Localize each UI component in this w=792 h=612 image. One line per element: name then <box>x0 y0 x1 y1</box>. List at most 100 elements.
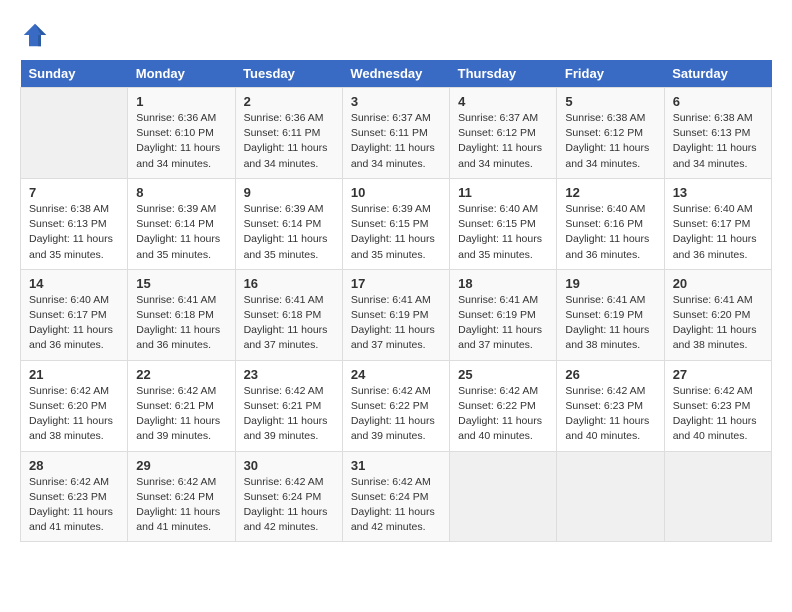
day-number: 10 <box>351 185 441 200</box>
day-header-sunday: Sunday <box>21 60 128 88</box>
day-info: Sunrise: 6:42 AMSunset: 6:20 PMDaylight:… <box>29 384 119 445</box>
day-number: 20 <box>673 276 763 291</box>
calendar-cell: 12 Sunrise: 6:40 AMSunset: 6:16 PMDaylig… <box>557 178 664 269</box>
calendar-cell: 27 Sunrise: 6:42 AMSunset: 6:23 PMDaylig… <box>664 360 771 451</box>
day-number: 11 <box>458 185 548 200</box>
calendar-cell: 1 Sunrise: 6:36 AMSunset: 6:10 PMDayligh… <box>128 88 235 179</box>
day-number: 2 <box>244 94 334 109</box>
calendar-cell: 14 Sunrise: 6:40 AMSunset: 6:17 PMDaylig… <box>21 269 128 360</box>
day-number: 5 <box>565 94 655 109</box>
page-header <box>20 20 772 50</box>
calendar-cell: 17 Sunrise: 6:41 AMSunset: 6:19 PMDaylig… <box>342 269 449 360</box>
day-info: Sunrise: 6:38 AMSunset: 6:12 PMDaylight:… <box>565 111 655 172</box>
day-info: Sunrise: 6:42 AMSunset: 6:24 PMDaylight:… <box>136 475 226 536</box>
week-row-1: 7 Sunrise: 6:38 AMSunset: 6:13 PMDayligh… <box>21 178 772 269</box>
day-info: Sunrise: 6:36 AMSunset: 6:11 PMDaylight:… <box>244 111 334 172</box>
calendar-cell <box>664 451 771 542</box>
day-info: Sunrise: 6:42 AMSunset: 6:22 PMDaylight:… <box>458 384 548 445</box>
day-info: Sunrise: 6:41 AMSunset: 6:18 PMDaylight:… <box>244 293 334 354</box>
day-info: Sunrise: 6:39 AMSunset: 6:14 PMDaylight:… <box>244 202 334 263</box>
calendar-cell: 24 Sunrise: 6:42 AMSunset: 6:22 PMDaylig… <box>342 360 449 451</box>
day-number: 29 <box>136 458 226 473</box>
day-number: 4 <box>458 94 548 109</box>
header-row: SundayMondayTuesdayWednesdayThursdayFrid… <box>21 60 772 88</box>
calendar-cell: 26 Sunrise: 6:42 AMSunset: 6:23 PMDaylig… <box>557 360 664 451</box>
calendar-cell: 8 Sunrise: 6:39 AMSunset: 6:14 PMDayligh… <box>128 178 235 269</box>
calendar-cell: 10 Sunrise: 6:39 AMSunset: 6:15 PMDaylig… <box>342 178 449 269</box>
calendar-cell: 18 Sunrise: 6:41 AMSunset: 6:19 PMDaylig… <box>450 269 557 360</box>
day-number: 25 <box>458 367 548 382</box>
calendar-cell: 3 Sunrise: 6:37 AMSunset: 6:11 PMDayligh… <box>342 88 449 179</box>
calendar-cell <box>557 451 664 542</box>
calendar-cell: 6 Sunrise: 6:38 AMSunset: 6:13 PMDayligh… <box>664 88 771 179</box>
day-info: Sunrise: 6:39 AMSunset: 6:14 PMDaylight:… <box>136 202 226 263</box>
day-number: 1 <box>136 94 226 109</box>
calendar-cell: 21 Sunrise: 6:42 AMSunset: 6:20 PMDaylig… <box>21 360 128 451</box>
day-info: Sunrise: 6:42 AMSunset: 6:24 PMDaylight:… <box>244 475 334 536</box>
day-number: 21 <box>29 367 119 382</box>
day-number: 15 <box>136 276 226 291</box>
day-header-thursday: Thursday <box>450 60 557 88</box>
day-info: Sunrise: 6:40 AMSunset: 6:17 PMDaylight:… <box>29 293 119 354</box>
day-info: Sunrise: 6:42 AMSunset: 6:21 PMDaylight:… <box>136 384 226 445</box>
day-info: Sunrise: 6:39 AMSunset: 6:15 PMDaylight:… <box>351 202 441 263</box>
day-info: Sunrise: 6:42 AMSunset: 6:22 PMDaylight:… <box>351 384 441 445</box>
day-info: Sunrise: 6:38 AMSunset: 6:13 PMDaylight:… <box>673 111 763 172</box>
day-number: 9 <box>244 185 334 200</box>
day-info: Sunrise: 6:40 AMSunset: 6:17 PMDaylight:… <box>673 202 763 263</box>
calendar-cell: 13 Sunrise: 6:40 AMSunset: 6:17 PMDaylig… <box>664 178 771 269</box>
day-number: 16 <box>244 276 334 291</box>
calendar-table: SundayMondayTuesdayWednesdayThursdayFrid… <box>20 60 772 542</box>
logo <box>20 20 52 50</box>
day-number: 30 <box>244 458 334 473</box>
calendar-cell: 19 Sunrise: 6:41 AMSunset: 6:19 PMDaylig… <box>557 269 664 360</box>
week-row-4: 28 Sunrise: 6:42 AMSunset: 6:23 PMDaylig… <box>21 451 772 542</box>
day-header-friday: Friday <box>557 60 664 88</box>
day-info: Sunrise: 6:41 AMSunset: 6:18 PMDaylight:… <box>136 293 226 354</box>
day-info: Sunrise: 6:42 AMSunset: 6:24 PMDaylight:… <box>351 475 441 536</box>
day-info: Sunrise: 6:37 AMSunset: 6:12 PMDaylight:… <box>458 111 548 172</box>
day-info: Sunrise: 6:42 AMSunset: 6:23 PMDaylight:… <box>673 384 763 445</box>
day-info: Sunrise: 6:41 AMSunset: 6:19 PMDaylight:… <box>351 293 441 354</box>
day-header-monday: Monday <box>128 60 235 88</box>
day-number: 28 <box>29 458 119 473</box>
day-number: 17 <box>351 276 441 291</box>
day-info: Sunrise: 6:37 AMSunset: 6:11 PMDaylight:… <box>351 111 441 172</box>
calendar-cell: 15 Sunrise: 6:41 AMSunset: 6:18 PMDaylig… <box>128 269 235 360</box>
day-header-saturday: Saturday <box>664 60 771 88</box>
calendar-cell: 16 Sunrise: 6:41 AMSunset: 6:18 PMDaylig… <box>235 269 342 360</box>
calendar-cell: 28 Sunrise: 6:42 AMSunset: 6:23 PMDaylig… <box>21 451 128 542</box>
calendar-cell: 31 Sunrise: 6:42 AMSunset: 6:24 PMDaylig… <box>342 451 449 542</box>
day-number: 23 <box>244 367 334 382</box>
day-header-wednesday: Wednesday <box>342 60 449 88</box>
calendar-cell: 30 Sunrise: 6:42 AMSunset: 6:24 PMDaylig… <box>235 451 342 542</box>
day-info: Sunrise: 6:40 AMSunset: 6:15 PMDaylight:… <box>458 202 548 263</box>
calendar-cell: 9 Sunrise: 6:39 AMSunset: 6:14 PMDayligh… <box>235 178 342 269</box>
day-info: Sunrise: 6:41 AMSunset: 6:19 PMDaylight:… <box>565 293 655 354</box>
week-row-2: 14 Sunrise: 6:40 AMSunset: 6:17 PMDaylig… <box>21 269 772 360</box>
calendar-cell: 20 Sunrise: 6:41 AMSunset: 6:20 PMDaylig… <box>664 269 771 360</box>
week-row-0: 1 Sunrise: 6:36 AMSunset: 6:10 PMDayligh… <box>21 88 772 179</box>
calendar-cell: 5 Sunrise: 6:38 AMSunset: 6:12 PMDayligh… <box>557 88 664 179</box>
calendar-cell: 11 Sunrise: 6:40 AMSunset: 6:15 PMDaylig… <box>450 178 557 269</box>
day-info: Sunrise: 6:42 AMSunset: 6:21 PMDaylight:… <box>244 384 334 445</box>
day-number: 22 <box>136 367 226 382</box>
day-number: 24 <box>351 367 441 382</box>
day-info: Sunrise: 6:36 AMSunset: 6:10 PMDaylight:… <box>136 111 226 172</box>
calendar-cell <box>450 451 557 542</box>
day-header-tuesday: Tuesday <box>235 60 342 88</box>
day-number: 7 <box>29 185 119 200</box>
day-number: 31 <box>351 458 441 473</box>
week-row-3: 21 Sunrise: 6:42 AMSunset: 6:20 PMDaylig… <box>21 360 772 451</box>
day-number: 14 <box>29 276 119 291</box>
day-number: 19 <box>565 276 655 291</box>
day-number: 13 <box>673 185 763 200</box>
day-info: Sunrise: 6:40 AMSunset: 6:16 PMDaylight:… <box>565 202 655 263</box>
day-number: 26 <box>565 367 655 382</box>
day-number: 3 <box>351 94 441 109</box>
day-number: 8 <box>136 185 226 200</box>
calendar-cell <box>21 88 128 179</box>
calendar-cell: 29 Sunrise: 6:42 AMSunset: 6:24 PMDaylig… <box>128 451 235 542</box>
day-info: Sunrise: 6:42 AMSunset: 6:23 PMDaylight:… <box>29 475 119 536</box>
calendar-cell: 22 Sunrise: 6:42 AMSunset: 6:21 PMDaylig… <box>128 360 235 451</box>
